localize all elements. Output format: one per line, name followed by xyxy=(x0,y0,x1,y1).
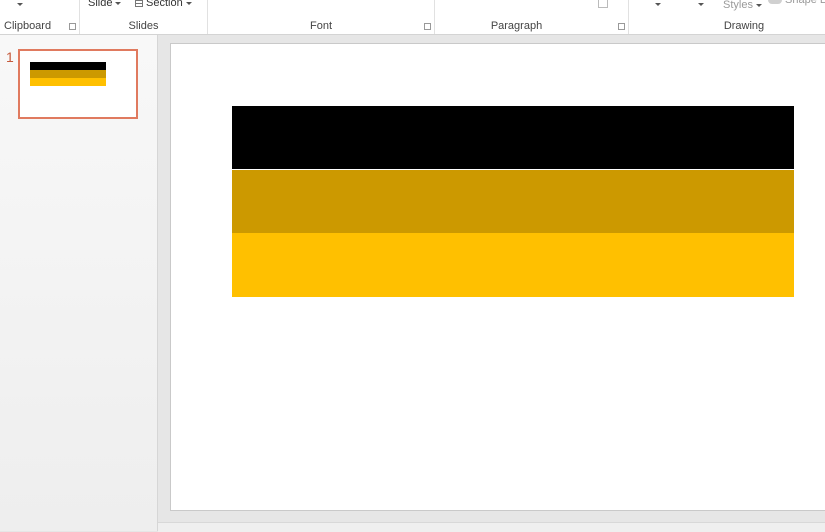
drawing-group-label: Drawing xyxy=(723,20,765,32)
chevron-down-icon xyxy=(115,1,122,5)
slide-thumbnail[interactable] xyxy=(18,49,138,119)
chevron-down-icon xyxy=(755,3,762,7)
thumbnail-band-black xyxy=(30,62,106,70)
paragraph-group: Paragraph xyxy=(435,0,629,34)
slide-number: 1 xyxy=(6,49,14,65)
chevron-down-icon xyxy=(185,1,192,5)
slides-group: Slide Section Slides xyxy=(80,0,208,34)
section-label: Section xyxy=(146,0,183,9)
new-slide-button[interactable]: Slide xyxy=(88,0,122,9)
black-band-shape[interactable] xyxy=(232,106,794,169)
section-icon xyxy=(135,0,143,7)
slide-canvas[interactable] xyxy=(170,43,825,511)
shape-effects-button[interactable]: Shape E xyxy=(768,0,825,6)
clipboard-launcher-icon[interactable] xyxy=(69,23,76,30)
slide-editor xyxy=(158,35,825,531)
new-slide-label: Slide xyxy=(88,0,113,9)
clipboard-group: Clipboard xyxy=(0,0,80,34)
shape-effects-label: Shape E xyxy=(785,0,825,6)
thumbnail-band-gold xyxy=(30,78,106,86)
quick-styles-label: Styles xyxy=(723,0,753,11)
slides-group-label: Slides xyxy=(128,20,159,32)
paste-dropdown-icon[interactable] xyxy=(17,3,23,6)
slide-thumbnail-pane: 1 xyxy=(0,35,158,531)
dark-gold-band-shape[interactable] xyxy=(232,170,794,233)
text-direction-icon[interactable] xyxy=(598,0,608,8)
clipboard-group-label: Clipboard xyxy=(4,20,52,32)
ribbon: Clipboard Slide Section Slides Font Para… xyxy=(0,0,825,35)
section-button[interactable]: Section xyxy=(135,0,192,9)
font-group: Font xyxy=(208,0,435,34)
font-group-label: Font xyxy=(309,20,332,32)
drawing-group: Styles Shape E Drawing xyxy=(629,0,825,34)
font-launcher-icon[interactable] xyxy=(424,23,431,30)
paragraph-group-label: Paragraph xyxy=(490,20,543,32)
quick-styles-button[interactable]: Styles xyxy=(723,0,762,11)
paragraph-launcher-icon[interactable] xyxy=(618,23,625,30)
thumbnail-band-dark-gold xyxy=(30,70,106,78)
shapes-dropdown-icon[interactable] xyxy=(655,3,661,6)
shape-effects-icon xyxy=(768,0,782,5)
gold-band-shape[interactable] xyxy=(232,233,794,297)
arrange-dropdown-icon[interactable] xyxy=(698,3,704,6)
